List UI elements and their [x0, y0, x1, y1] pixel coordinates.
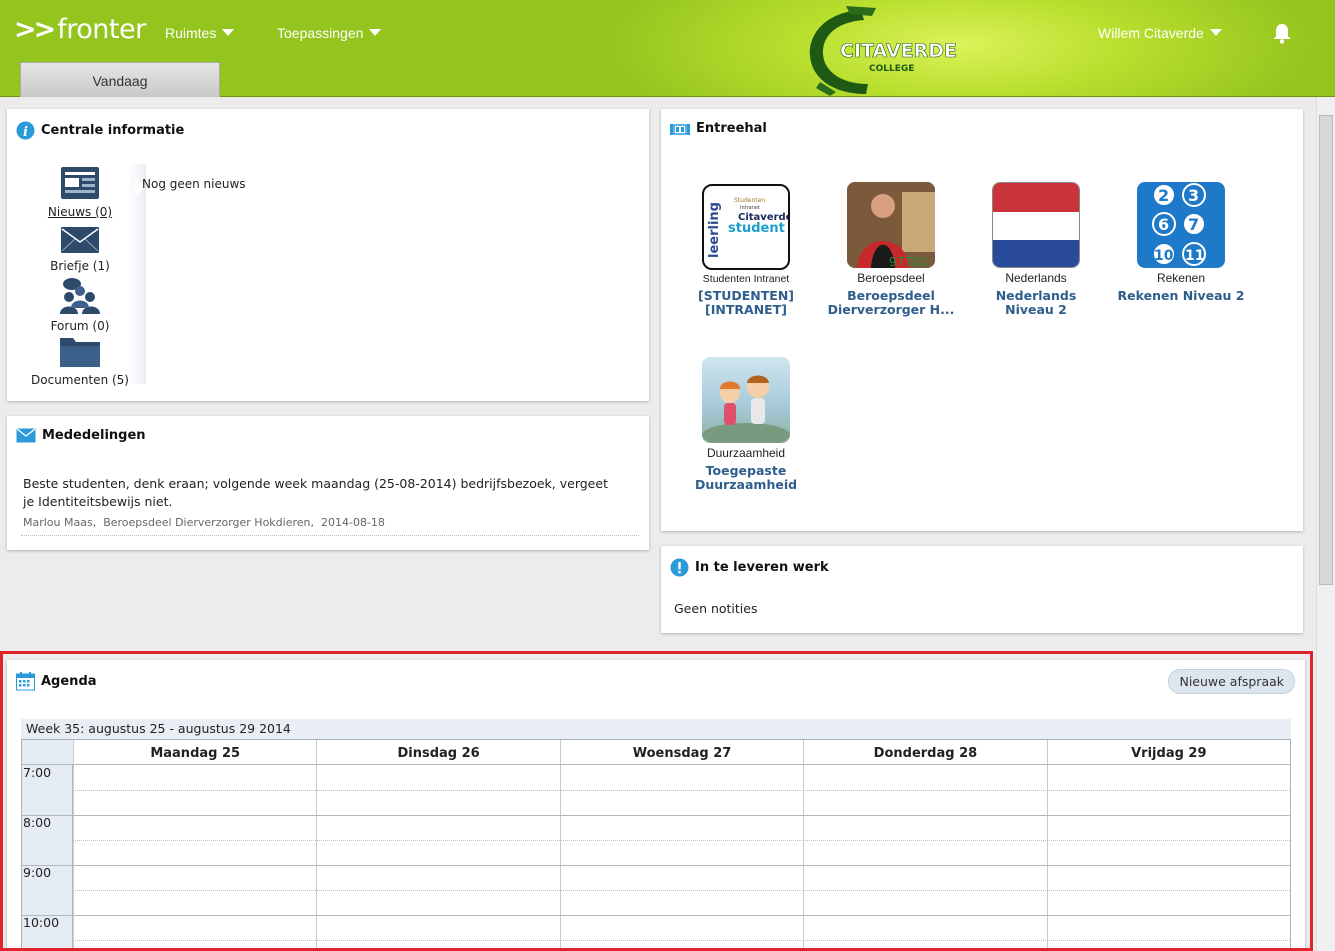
svg-text:student: student	[728, 221, 785, 236]
entrance-icon	[670, 123, 690, 135]
envelope-icon	[16, 428, 36, 443]
info-icon: i	[16, 121, 35, 140]
cartoon-kids	[702, 375, 790, 443]
panel-title: Mededelingen	[16, 428, 146, 443]
svg-text:2: 2	[1158, 186, 1169, 205]
week-label: Week 35: augustus 25 - augustus 29 2014	[21, 719, 1291, 739]
calendar-icon	[16, 672, 35, 691]
svg-text:7: 7	[1188, 215, 1199, 234]
bell-icon[interactable]	[1271, 22, 1293, 44]
tile-image: Studenten Intranet leerling Citaverde st…	[702, 184, 790, 270]
caret-down-icon	[369, 29, 382, 36]
dutch-flag-image	[992, 182, 1080, 268]
day-header: Donderdag 28	[803, 740, 1046, 764]
day-column[interactable]	[803, 765, 804, 949]
user-menu[interactable]: Willem Citaverde	[1098, 25, 1222, 41]
citaverde-logo: CITAVERDE COLLEGE	[809, 6, 957, 96]
cartoon-image	[702, 357, 790, 443]
tile-rekenen[interactable]: 2 3 6 7 10 11 Rekenen Rekenen Niveau 2	[1116, 182, 1246, 303]
day-header: Dinsdag 26	[316, 740, 559, 764]
calendar-header: Maandag 25 Dinsdag 26 Woensdag 27 Donder…	[22, 740, 1290, 765]
nav-briefje[interactable]: Briefje (1)	[21, 226, 139, 273]
student-photo: 97702	[847, 182, 935, 268]
number-circles: 2 3 6 7 10 11	[1152, 183, 1206, 266]
news-empty-text: Nog geen nieuws	[142, 177, 246, 191]
nav-ruimtes[interactable]: Ruimtes	[165, 25, 235, 41]
top-header: >> fronter Ruimtes Toepassingen CITAVERDE…	[0, 0, 1335, 97]
mededelingen-panel: Mededelingen Beste studenten, denk eraan…	[7, 416, 649, 550]
nav-nieuws[interactable]: Nieuws (0)	[21, 166, 139, 219]
svg-text:11: 11	[1185, 248, 1204, 264]
folder-icon	[60, 338, 100, 367]
svg-text:10: 10	[1154, 248, 1174, 264]
fronter-logo[interactable]: >> fronter	[14, 14, 146, 45]
time-label: 8:00	[23, 815, 52, 830]
day-header: Vrijdag 29	[1046, 740, 1290, 764]
svg-text:Studenten: Studenten	[734, 197, 765, 204]
panel-title: Agenda	[16, 672, 97, 691]
svg-text:3: 3	[1188, 186, 1199, 205]
nav-toepassingen[interactable]: Toepassingen	[277, 25, 382, 41]
day-column[interactable]	[73, 765, 74, 949]
numbers-image: 2 3 6 7 10 11	[1137, 182, 1225, 268]
svg-text:leerling: leerling	[707, 202, 722, 258]
svg-text:Intranet: Intranet	[740, 205, 760, 211]
announcement-meta: Marlou Maas, Beroepsdeel Dierverzorger H…	[23, 516, 385, 529]
svg-text:6: 6	[1158, 215, 1169, 234]
scrollbar-thumb[interactable]	[1319, 115, 1333, 585]
werk-panel: In te leveren werk Geen notities	[661, 546, 1303, 633]
time-label: 7:00	[23, 765, 52, 780]
newspaper-icon	[61, 167, 99, 199]
alert-icon	[670, 558, 689, 577]
time-column: 7:00 8:00 9:00 10:00	[22, 765, 73, 949]
tile-studenten-intranet[interactable]: Studenten Intranet leerling Citaverde st…	[681, 184, 811, 317]
forum-icon	[60, 278, 100, 314]
svg-text:CITAVERDE: CITAVERDE	[840, 40, 957, 62]
tile-nederlands[interactable]: Nederlands Nederlands Niveau 2	[971, 182, 1101, 317]
time-label: 9:00	[23, 865, 52, 880]
caret-down-icon	[222, 29, 235, 36]
day-header: Woensdag 27	[559, 740, 803, 764]
werk-empty-text: Geen notities	[674, 601, 758, 616]
tile-beroepsdeel[interactable]: 97702 Beroepsdeel Beroepsdeel Dierverzor…	[826, 182, 956, 317]
day-column[interactable]	[1047, 765, 1048, 949]
tab-vandaag[interactable]: Vandaag	[20, 62, 220, 97]
nav-forum[interactable]: Forum (0)	[21, 276, 139, 333]
day-column[interactable]	[560, 765, 561, 949]
agenda-panel: Agenda Nieuwe afspraak Week 35: augustus…	[7, 660, 1305, 951]
panel-title: In te leveren werk	[670, 558, 829, 577]
svg-text:COLLEGE: COLLEGE	[869, 64, 914, 74]
entreehal-panel: Entreehal Studenten Intranet leerling Ci…	[661, 109, 1303, 531]
caret-down-icon	[1209, 29, 1222, 36]
new-appointment-button[interactable]: Nieuwe afspraak	[1168, 669, 1295, 694]
tile-image: 97702	[847, 182, 935, 268]
calendar-grid: Maandag 25 Dinsdag 26 Woensdag 27 Donder…	[21, 739, 1291, 949]
svg-text:i: i	[23, 125, 28, 140]
central-info-panel: i Centrale informatie Nieuws (0) Briefje…	[7, 109, 649, 401]
day-column[interactable]	[316, 765, 317, 949]
envelope-icon	[61, 227, 99, 253]
announcement-text: Beste studenten, denk eraan; volgende we…	[23, 476, 608, 509]
svg-text:97702: 97702	[889, 255, 927, 268]
central-side-nav: Nieuws (0) Briefje (1) Forum (0) Documen…	[21, 164, 146, 387]
word-cloud-image: Studenten Intranet leerling Citaverde st…	[707, 197, 788, 258]
page-scrollbar[interactable]	[1316, 97, 1335, 951]
day-header: Maandag 25	[73, 740, 316, 764]
time-label: 10:00	[23, 915, 60, 930]
panel-title: i Centrale informatie	[16, 121, 184, 140]
panel-title: Entreehal	[670, 121, 767, 136]
divider	[21, 535, 639, 536]
tile-duurzaamheid[interactable]: Duurzaamheid Toegepaste Duurzaamheid	[681, 357, 811, 492]
nav-documenten[interactable]: Documenten (5)	[21, 334, 139, 387]
